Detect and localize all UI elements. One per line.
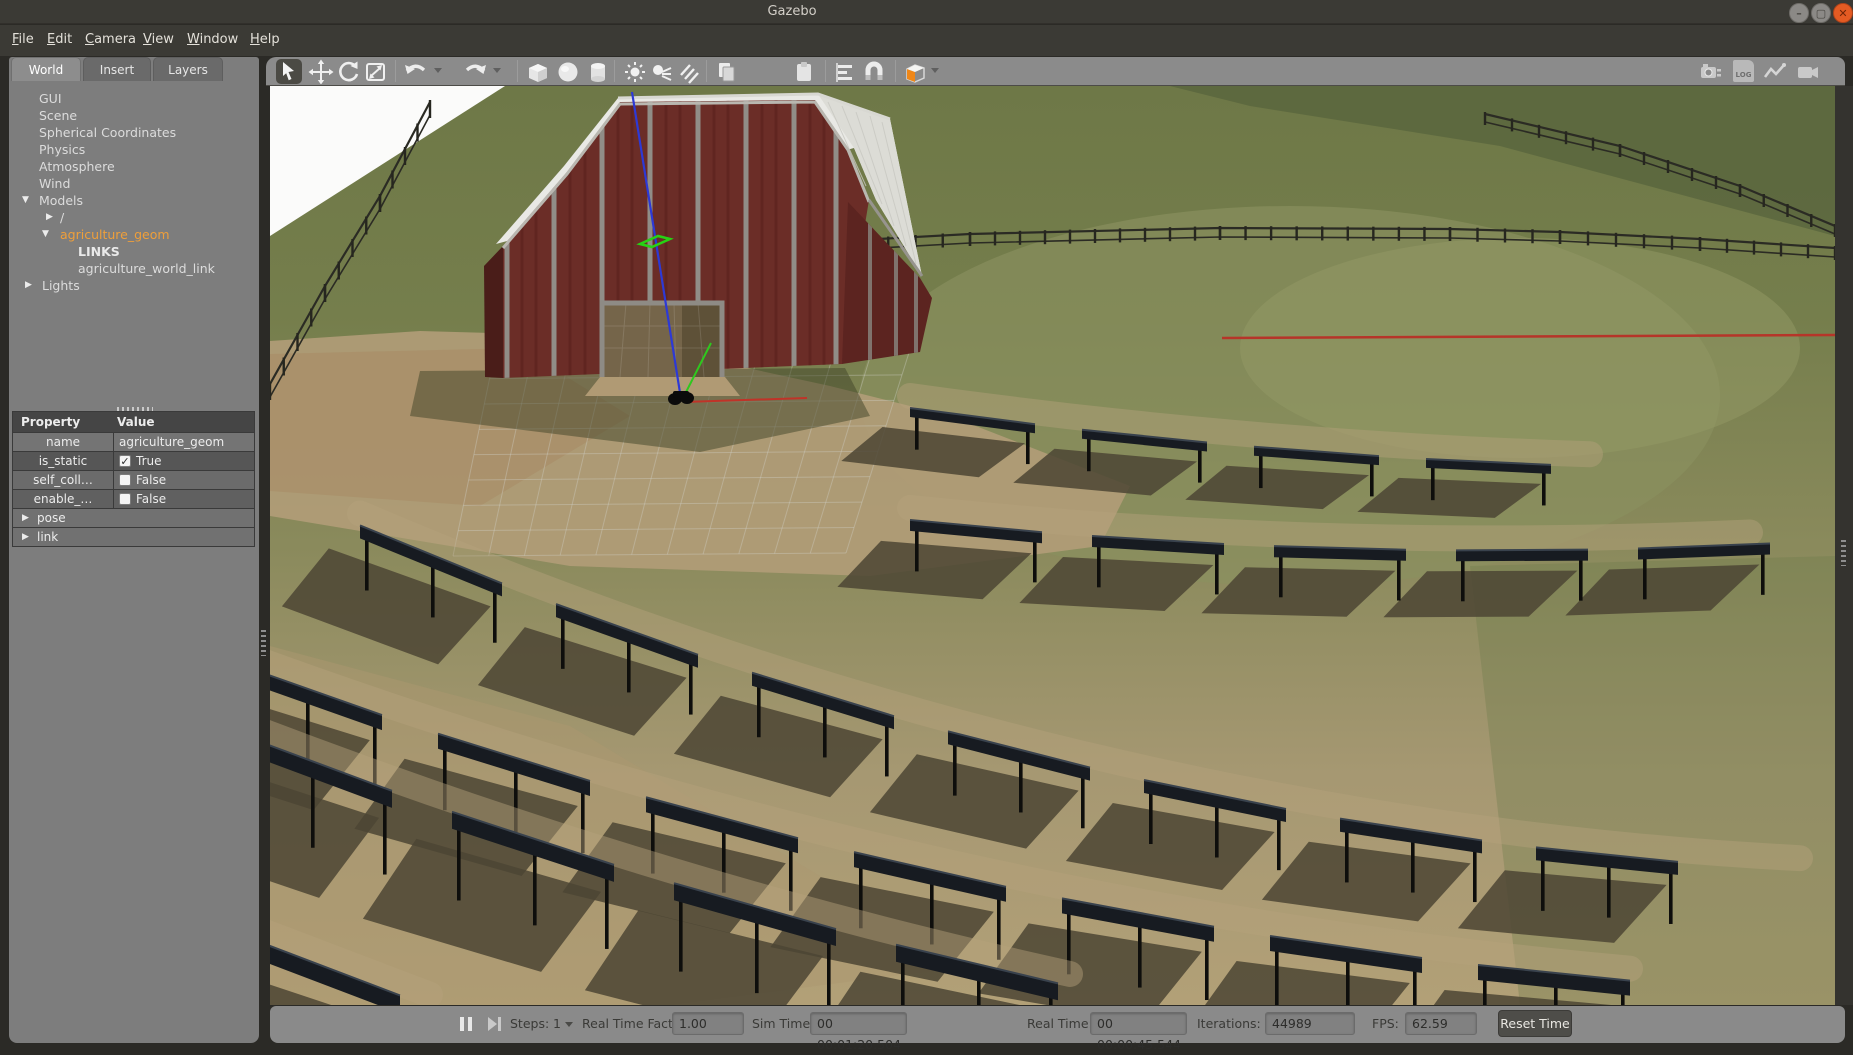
table-row-name[interactable]: name agriculture_geom — [13, 432, 254, 451]
expand-icon[interactable]: ▶ — [25, 277, 32, 294]
checkbox-unchecked[interactable] — [119, 474, 131, 486]
sphere-shape-icon[interactable] — [555, 59, 581, 84]
tree-item-slash-model[interactable]: ▶/ — [9, 209, 257, 226]
rotate-tool-icon[interactable] — [336, 59, 362, 84]
transparency-cube-icon[interactable] — [903, 59, 929, 84]
real-time-label: Real Time: — [1027, 1016, 1093, 1031]
cylinder-shape-icon[interactable] — [585, 59, 611, 84]
spot-light-icon[interactable] — [649, 59, 675, 84]
tree-item-atmosphere[interactable]: Atmosphere — [9, 158, 257, 175]
tree-item-lights[interactable]: ▶Lights — [9, 277, 257, 294]
cube-dropdown-icon[interactable] — [931, 68, 939, 73]
table-row-self-collide[interactable]: self_coll… False — [13, 470, 254, 489]
window-title: Gazebo — [737, 4, 847, 19]
iterations-label: Iterations: — [1197, 1016, 1261, 1031]
steps-value[interactable]: 1 — [553, 1016, 561, 1031]
toolbar-separator — [517, 60, 518, 82]
checkbox-unchecked[interactable] — [119, 493, 131, 505]
tree-item-models[interactable]: ▼Models — [9, 192, 257, 209]
steps-label: Steps: — [510, 1016, 549, 1031]
tree-item-spherical-coordinates[interactable]: Spherical Coordinates — [9, 124, 257, 141]
fps-label: FPS: — [1372, 1016, 1399, 1031]
undo-icon[interactable] — [403, 59, 429, 84]
property-table: Property Value name agriculture_geom is_… — [12, 411, 255, 547]
real-time-field[interactable]: 00 00:00:45.544 — [1090, 1012, 1187, 1035]
toolbar-separator — [614, 60, 615, 82]
property-table-header: Property Value — [13, 412, 254, 432]
plot-icon[interactable] — [1762, 59, 1788, 84]
select-tool-icon[interactable] — [276, 59, 302, 84]
snap-icon[interactable] — [861, 59, 887, 84]
record-video-icon[interactable] — [1795, 59, 1821, 84]
world-tree: GUI Scene Spherical Coordinates Physics … — [9, 90, 257, 294]
screenshot-camera-icon[interactable] — [1698, 59, 1724, 84]
tree-item-scene[interactable]: Scene — [9, 107, 257, 124]
redo-dropdown-icon[interactable] — [493, 68, 501, 73]
expand-icon[interactable]: ▶ — [22, 509, 29, 527]
copy-icon[interactable] — [714, 59, 740, 84]
toolbar: LOG — [266, 57, 1845, 86]
box-shape-icon[interactable] — [525, 59, 551, 84]
expand-icon[interactable]: ▶ — [46, 209, 53, 226]
paste-icon[interactable] — [791, 59, 817, 84]
world-panel: World Insert Layers GUI Scene Spherical … — [9, 57, 259, 1043]
align-icon[interactable] — [833, 59, 859, 84]
expand-icon[interactable]: ▶ — [22, 528, 29, 546]
table-row-pose[interactable]: ▶pose — [13, 508, 254, 527]
checkbox-checked[interactable]: ✓ — [119, 455, 131, 467]
menu-camera[interactable]: Camera — [85, 32, 136, 47]
menu-edit[interactable]: Edit — [47, 32, 72, 47]
menu-view[interactable]: View — [143, 32, 174, 47]
reset-time-button[interactable]: Reset Time — [1498, 1010, 1572, 1037]
tab-insert[interactable]: Insert — [83, 57, 151, 81]
toolbar-separator — [825, 60, 826, 82]
menu-help[interactable]: Help — [250, 32, 280, 47]
vertical-splitter-grip[interactable] — [261, 630, 266, 656]
rtf-field[interactable]: 1.00 — [672, 1012, 744, 1035]
toolbar-separator — [706, 60, 707, 82]
table-row-link[interactable]: ▶link — [13, 527, 254, 546]
title-bar: Gazebo – ▢ ✕ — [0, 0, 1853, 24]
3d-viewport[interactable] — [270, 86, 1835, 1005]
collapse-icon[interactable]: ▼ — [22, 192, 29, 209]
right-splitter-grip[interactable] — [1841, 540, 1846, 566]
toolbar-separator — [895, 60, 896, 82]
tab-world[interactable]: World — [11, 57, 81, 81]
tab-layers[interactable]: Layers — [153, 57, 223, 81]
scale-tool-icon[interactable] — [363, 59, 389, 84]
barn-left-wall — [484, 246, 503, 378]
collapse-icon[interactable]: ▼ — [42, 226, 49, 243]
menu-window[interactable]: Window — [187, 32, 238, 47]
tree-item-links[interactable]: LINKS — [9, 243, 257, 260]
undo-dropdown-icon[interactable] — [434, 68, 442, 73]
table-row-enable-wind[interactable]: enable_… False — [13, 489, 254, 508]
redo-icon[interactable] — [462, 59, 488, 84]
sim-time-field[interactable]: 00 00:01:20.504 — [810, 1012, 907, 1035]
playback-bar: Steps: 1 Real Time Factor: 1.00 Sim Time… — [270, 1006, 1845, 1043]
step-button[interactable] — [486, 1016, 504, 1032]
tree-item-wind[interactable]: Wind — [9, 175, 257, 192]
point-light-icon[interactable] — [622, 59, 648, 84]
log-recorder-icon[interactable]: LOG — [1733, 60, 1754, 82]
translate-tool-icon[interactable] — [308, 59, 334, 84]
iterations-field[interactable]: 44989 — [1265, 1012, 1355, 1035]
tree-item-physics[interactable]: Physics — [9, 141, 257, 158]
tree-item-agriculture-geom[interactable]: ▼agriculture_geom — [9, 226, 257, 243]
close-button[interactable]: ✕ — [1833, 3, 1853, 23]
steps-dropdown-icon[interactable] — [565, 1022, 573, 1027]
directional-light-icon[interactable] — [676, 59, 702, 84]
minimize-button[interactable]: – — [1789, 3, 1809, 23]
table-row-is-static[interactable]: is_static ✓True — [13, 451, 254, 470]
menu-file[interactable]: File — [12, 32, 34, 47]
maximize-button[interactable]: ▢ — [1811, 3, 1831, 23]
tree-item-gui[interactable]: GUI — [9, 90, 257, 107]
tree-item-agriculture-world-link[interactable]: agriculture_world_link — [9, 260, 257, 277]
fps-field[interactable]: 62.59 — [1405, 1012, 1477, 1035]
sim-time-label: Sim Time: — [752, 1016, 814, 1031]
toolbar-separator — [395, 60, 396, 82]
menu-bar: File Edit Camera View Window Help — [0, 25, 1853, 56]
pause-button[interactable] — [458, 1016, 474, 1035]
